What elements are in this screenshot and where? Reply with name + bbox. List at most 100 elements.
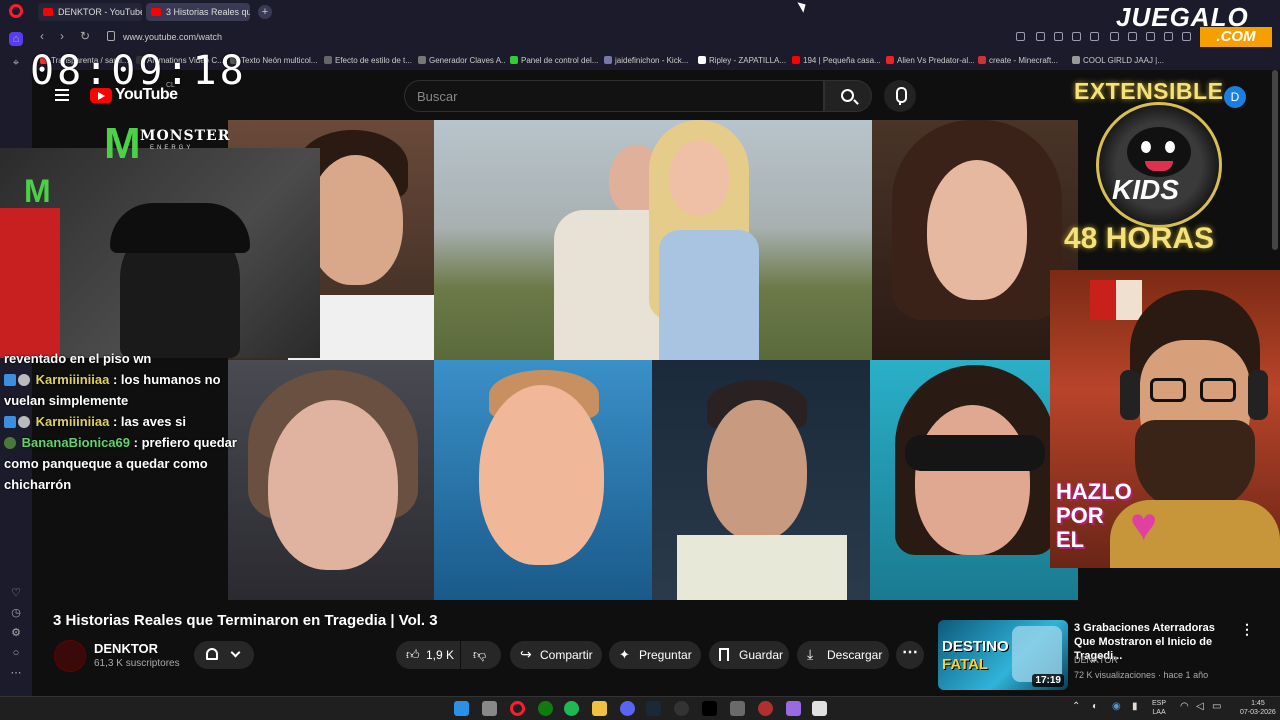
bookmark-item[interactable]: Panel de control del... [510, 56, 600, 65]
play-icon[interactable] [1090, 32, 1099, 41]
home-icon[interactable]: ⌂ [9, 32, 23, 46]
sub-badge-icon [4, 416, 16, 428]
new-tab-button[interactable]: + [258, 5, 272, 19]
channel-name[interactable]: DENKTOR [94, 641, 158, 656]
windows-start-icon[interactable] [454, 701, 469, 716]
voice-search-icon[interactable] [884, 80, 916, 112]
tray-steam-icon[interactable]: ◉ [1112, 701, 1121, 712]
video-player[interactable] [228, 120, 1078, 600]
like-button[interactable]: 👍︎ 1,9 K [396, 641, 460, 669]
cap [110, 203, 250, 253]
minecraft-icon[interactable] [730, 701, 745, 716]
heart-icon[interactable]: ♡ [9, 586, 23, 600]
translate-icon[interactable] [1036, 32, 1045, 41]
back-icon[interactable]: ‹ [40, 29, 44, 43]
bookmark-item[interactable]: jaidefinichon - Kick... [604, 56, 692, 65]
calculator-icon[interactable] [812, 701, 827, 716]
camera-icon[interactable] [1054, 32, 1063, 41]
battery-icon[interactable]: ▭ [1212, 701, 1221, 712]
download-button[interactable]: ⤓ Descargar [797, 641, 889, 669]
task-view-icon[interactable] [482, 701, 497, 716]
spotify-icon[interactable] [564, 701, 579, 716]
share-button[interactable]: ↪ Compartir [510, 641, 602, 669]
tab-denktor-youtube[interactable]: DENKTOR - YouTube [38, 3, 142, 21]
system-clock[interactable]: 1:45 07-03-2026 [1240, 699, 1276, 717]
photo-shirt [677, 535, 847, 600]
recommended-thumbnail[interactable]: DESTINO FATAL 17:19 [938, 620, 1068, 690]
menu-lines-icon[interactable] [1182, 32, 1191, 41]
tray-app-icon[interactable]: ◐ [1092, 701, 1098, 712]
bookmark-item[interactable]: Ripley - ZAPATILLA... [698, 56, 790, 65]
chat-username: Karmiiiniiaa [35, 414, 110, 429]
shield-icon[interactable] [1072, 32, 1081, 41]
xbox-icon[interactable] [538, 701, 553, 716]
dislike-button[interactable]: 👎︎ [461, 641, 501, 669]
ask-button[interactable]: ✦ Preguntar [609, 641, 701, 669]
avatar-beard [1135, 420, 1255, 510]
bookmark-favicon-icon [510, 56, 518, 64]
pin-icon[interactable]: ⌖ [9, 56, 23, 70]
avatar-glasses-left [1150, 378, 1186, 402]
page-scrollbar[interactable] [1272, 70, 1278, 250]
bookmark-heart-icon[interactable] [1146, 32, 1155, 41]
subscriber-count: 61,3 K suscriptores [94, 658, 180, 669]
recommended-channel[interactable]: DENKTOR [1074, 655, 1118, 665]
search-button[interactable] [824, 80, 872, 112]
tray-mic-icon[interactable]: ▮ [1132, 701, 1138, 712]
settings-icon[interactable]: ⚙ [9, 626, 23, 640]
flag-red [1090, 280, 1116, 320]
recommended-meta: 72 K visualizaciones · hace 1 año [1074, 670, 1209, 680]
channel-avatar[interactable] [54, 640, 86, 672]
search-icon [841, 89, 854, 102]
tab-historias-reales[interactable]: 3 Historias Reales que... [146, 3, 250, 21]
kids-label: KIDS [1112, 174, 1179, 205]
wifi-icon[interactable]: ◠ [1180, 701, 1189, 712]
photo-face [927, 160, 1027, 300]
extensible-label: EXTENSIBLE [1074, 78, 1224, 104]
bookmark-item[interactable]: create - Minecraft... [978, 56, 1068, 65]
language-indicator[interactable]: ESP LAA [1152, 699, 1166, 717]
ask-label: Preguntar [639, 648, 692, 662]
extensions-icon[interactable] [1164, 32, 1173, 41]
capcut-icon[interactable] [702, 701, 717, 716]
more-icon[interactable]: ⋯ [9, 666, 23, 680]
photo-face [915, 405, 1030, 555]
language-code: ESP [1152, 700, 1167, 707]
history-icon[interactable]: ◷ [9, 606, 23, 620]
download-label: Descargar [827, 648, 883, 662]
volume-icon[interactable]: ◁ [1196, 701, 1204, 712]
bookmark-favicon-icon [886, 56, 894, 64]
file-explorer-icon[interactable] [592, 701, 607, 716]
reload-icon[interactable]: ↻ [80, 29, 90, 43]
bookmark-item[interactable]: COOL GIRLD JAAJ |... [1072, 56, 1168, 65]
lock-icon [107, 31, 115, 41]
photo-face [479, 385, 604, 565]
bookmark-item[interactable]: Generador Claves A... [418, 56, 506, 65]
bookmark-item[interactable]: Efecto de estilo de t... [324, 56, 414, 65]
save-button[interactable]: Guardar [709, 641, 789, 669]
cube-icon[interactable] [1110, 32, 1119, 41]
forward-icon[interactable]: › [60, 29, 64, 43]
download-icon[interactable] [1128, 32, 1137, 41]
photo-face [268, 400, 398, 570]
opera-logo-icon[interactable] [9, 4, 23, 18]
app-icon[interactable] [786, 701, 801, 716]
app-icon[interactable] [758, 701, 773, 716]
discord-icon[interactable] [620, 701, 635, 716]
address-bar: ‹ › ↻ www.youtube.com/watch [32, 24, 1280, 50]
steam-icon[interactable] [646, 701, 661, 716]
opera-taskbar-icon[interactable] [510, 701, 525, 716]
bookmark-favicon-icon [604, 56, 612, 64]
lightbulb-icon[interactable]: ○ [9, 646, 23, 660]
notification-bell-button[interactable] [194, 641, 254, 669]
bookmark-item[interactable]: Alien Vs Predator-al... [886, 56, 974, 65]
search-input[interactable] [404, 80, 824, 112]
obs-icon[interactable] [674, 701, 689, 716]
headphone-icon [1120, 370, 1140, 420]
recommended-more-icon[interactable]: ⋮ [1240, 621, 1254, 638]
url-field[interactable]: www.youtube.com/watch [123, 32, 222, 42]
more-actions-button[interactable]: ⋯ [896, 641, 924, 669]
tray-chevron-icon[interactable]: ⌃ [1072, 701, 1080, 712]
search-icon[interactable] [1016, 32, 1025, 41]
bookmark-item[interactable]: 194 | Pequeña casa... [792, 56, 882, 65]
